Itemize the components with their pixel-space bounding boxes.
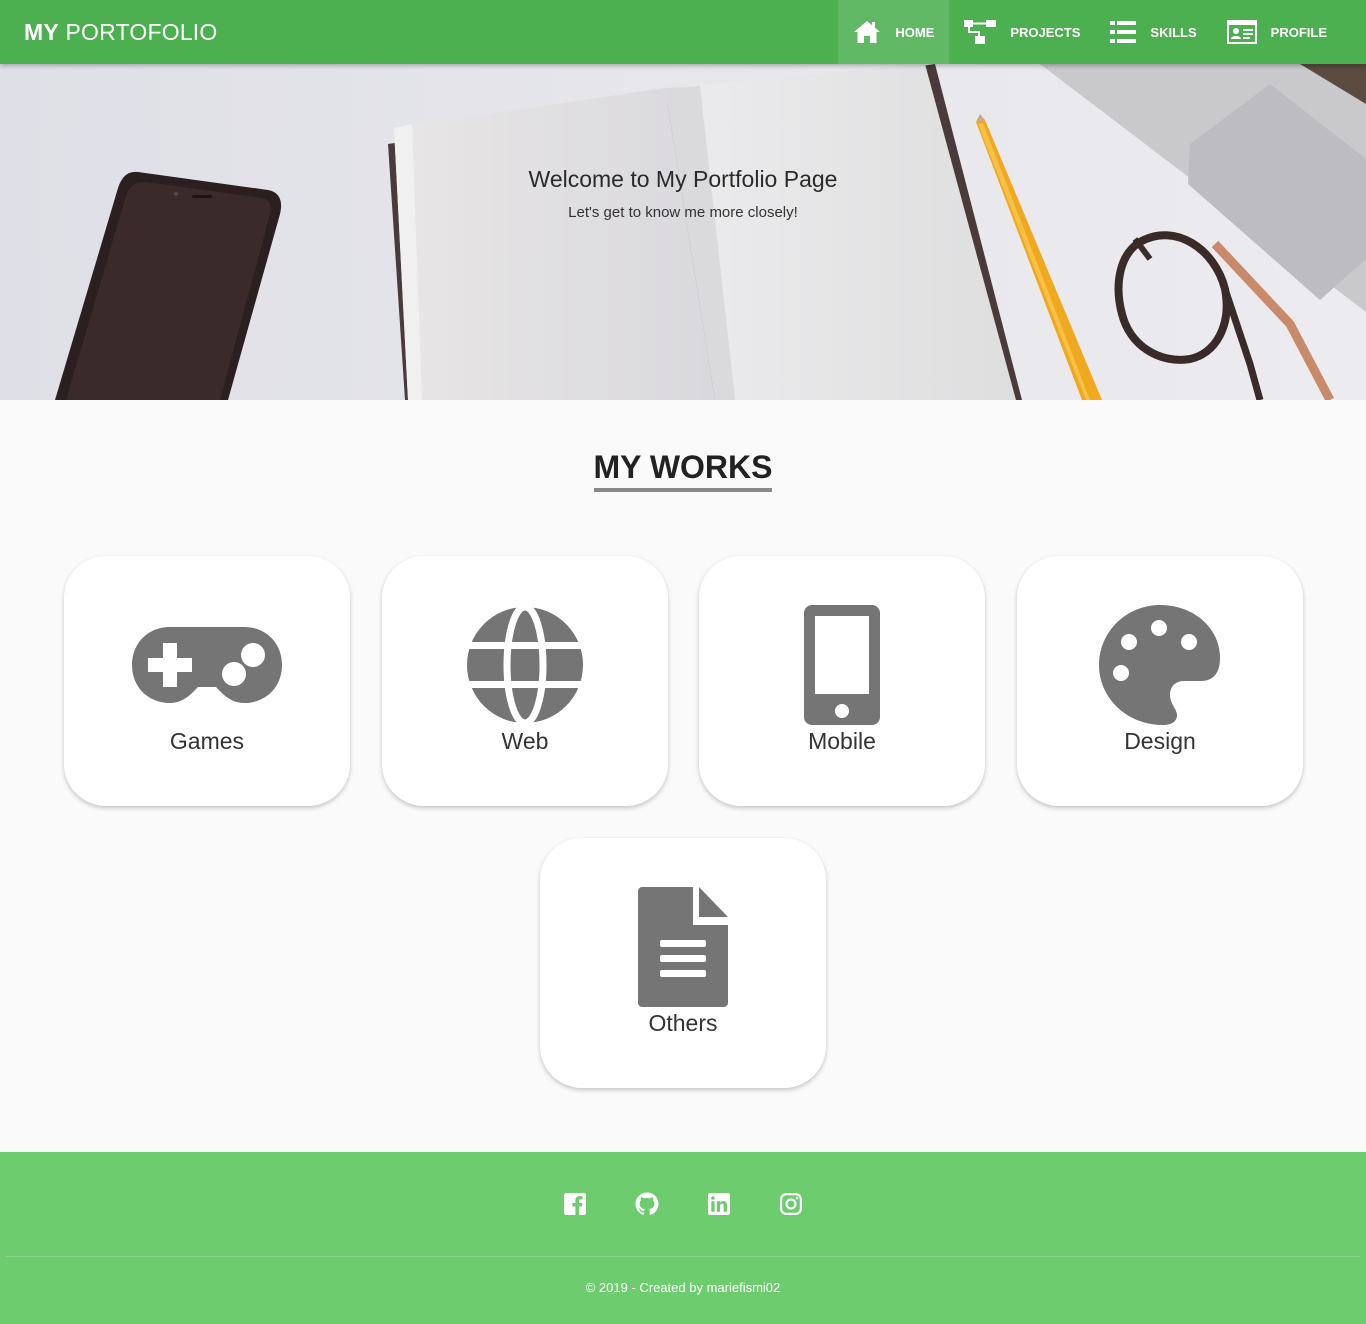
work-card-games[interactable]: Games [64,556,350,806]
card-label: Games [169,728,245,754]
brand-logo[interactable]: MY PORTOFOLIO [24,0,217,64]
nav-label-skills: SKILLS [1150,24,1197,40]
linkedin-icon [708,1193,730,1215]
hero-banner: Welcome to My Portfolio Page Let's get t… [0,64,1366,400]
hero-desk-image [0,64,1366,400]
social-link-linkedin[interactable] [707,1192,731,1216]
list-icon [1110,21,1137,43]
gamepad-icon [132,627,282,703]
social-link-instagram[interactable] [779,1192,803,1216]
footer-divider [6,1256,1360,1257]
palette-icon [1099,605,1220,725]
footer: © 2019 - Created by mariefismi02 [0,1152,1366,1324]
work-card-mobile[interactable]: Mobile [699,556,985,806]
card-icon-wrap [382,604,668,726]
card-icon-wrap [699,604,985,726]
hero-subtitle: Let's get to know me more closely! [568,204,798,221]
card-icon-wrap [1017,604,1303,726]
card-icon-wrap [540,886,826,1008]
nav-label-home: HOME [895,24,935,40]
card-label: Others [648,1010,718,1036]
work-card-design[interactable]: Design [1017,556,1303,806]
home-icon [854,21,881,43]
work-card-others[interactable]: Others [540,838,826,1088]
card-label: Web [501,728,549,754]
social-link-github[interactable] [635,1192,659,1216]
main-nav: HOME PROJECTS SKILLS PROFILE [838,0,1342,64]
work-card-web[interactable]: Web [382,556,668,806]
nav-item-projects[interactable]: PROJECTS [949,0,1095,64]
nav-item-profile[interactable]: PROFILE [1212,0,1342,64]
social-links [0,1192,1366,1216]
social-link-facebook[interactable] [563,1192,587,1216]
card-icon-wrap [64,604,350,726]
mobile-phone-icon [804,605,880,725]
brand-light: PORTOFOLIO [65,19,218,45]
works-section-heading: MY WORKS [0,448,1366,492]
hero-title: Welcome to My Portfolio Page [528,166,838,192]
instagram-icon [780,1193,802,1215]
globe-icon [466,606,584,724]
id-card-icon [1226,20,1257,44]
works-title: MY WORKS [593,448,773,492]
card-label: Design [1124,728,1196,754]
navbar: MY PORTOFOLIO HOME PROJECTS SKILLS PROFI… [0,0,1366,64]
card-label: Mobile [808,728,876,754]
nav-item-skills[interactable]: SKILLS [1095,0,1211,64]
nav-item-home[interactable]: HOME [838,0,950,64]
facebook-icon [564,1193,586,1215]
github-icon [635,1192,659,1215]
sitemap-icon [964,20,997,44]
copyright-text: © 2019 - Created by mariefismi02 [585,1280,781,1295]
document-icon [638,887,728,1007]
brand-bold: MY [24,19,59,45]
nav-label-projects: PROJECTS [1010,24,1081,40]
nav-label-profile: PROFILE [1270,24,1327,40]
